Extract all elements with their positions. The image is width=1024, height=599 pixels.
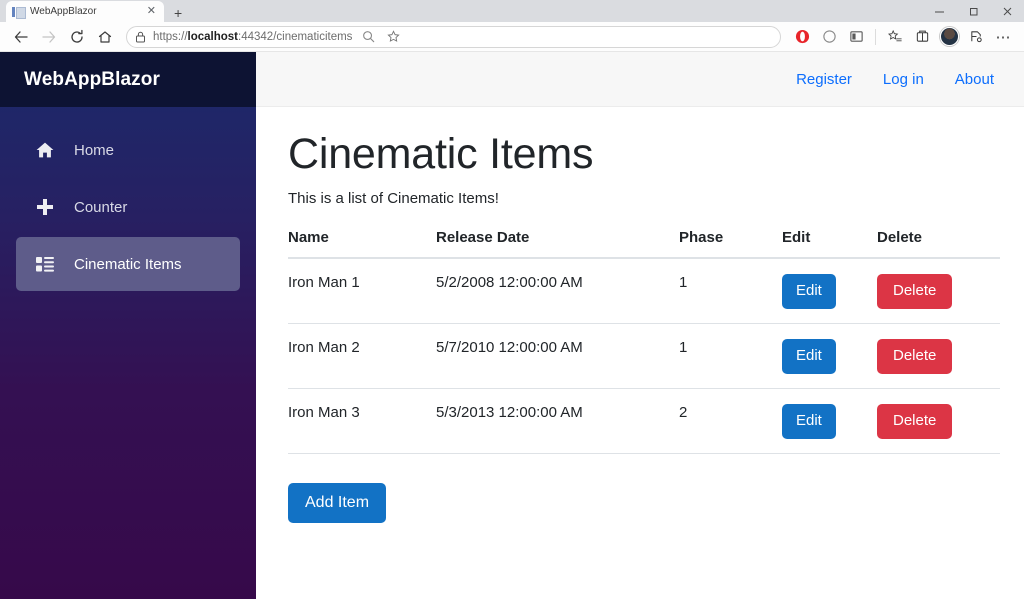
edit-button[interactable]: Edit bbox=[782, 274, 836, 310]
table-row: Iron Man 1 5/2/2008 12:00:00 AM 1 Edit D… bbox=[288, 258, 1000, 325]
toolbar-right-icons: ⋯ bbox=[789, 25, 1016, 49]
circle-extension-icon[interactable] bbox=[816, 25, 842, 49]
window-maximize-button[interactable] bbox=[956, 0, 990, 22]
delete-button[interactable]: Delete bbox=[877, 274, 953, 310]
profile-avatar[interactable] bbox=[936, 25, 962, 49]
house-icon bbox=[34, 140, 56, 160]
tab-title: WebAppBlazor bbox=[30, 6, 97, 17]
login-link[interactable]: Log in bbox=[883, 71, 924, 88]
tab-favicon-icon bbox=[12, 6, 26, 19]
cell-name: Iron Man 1 bbox=[288, 258, 436, 325]
table-row: Iron Man 3 5/3/2013 12:00:00 AM 2 Edit D… bbox=[288, 388, 1000, 455]
cell-release-date: 5/7/2010 12:00:00 AM bbox=[436, 323, 679, 390]
cell-release-date: 5/2/2008 12:00:00 AM bbox=[436, 258, 679, 325]
app-content: Register Log in About Cinematic Items Th… bbox=[256, 52, 1024, 599]
sidebar-item-label: Cinematic Items bbox=[74, 255, 182, 273]
cell-name: Iron Man 2 bbox=[288, 323, 436, 390]
sidebar-item-cinematic-items[interactable]: Cinematic Items bbox=[16, 237, 240, 291]
page-main: Cinematic Items This is a list of Cinema… bbox=[256, 107, 1024, 524]
browser-toolbar: https://localhost:44342/cinematicitems ⋯ bbox=[0, 22, 1024, 52]
cell-phase: 2 bbox=[679, 388, 782, 455]
edit-button[interactable]: Edit bbox=[782, 404, 836, 440]
avatar bbox=[939, 27, 959, 46]
about-link[interactable]: About bbox=[955, 71, 994, 88]
sidebar-item-label: Home bbox=[74, 141, 115, 159]
table-header-row: Name Release Date Phase Edit Delete bbox=[288, 229, 1000, 260]
cell-phase: 1 bbox=[679, 323, 782, 390]
sidebar-item-home[interactable]: Home bbox=[16, 123, 240, 177]
app-sidebar: WebAppBlazor Home Counter Cinematic Item… bbox=[0, 52, 256, 599]
sidebar-item-label: Counter bbox=[74, 198, 128, 216]
delete-button[interactable]: Delete bbox=[877, 404, 953, 440]
table-body: Iron Man 1 5/2/2008 12:00:00 AM 1 Edit D… bbox=[288, 258, 1000, 455]
browser-window: WebAppBlazor ✕ + https://localhost:44342… bbox=[0, 0, 1024, 599]
register-link[interactable]: Register bbox=[796, 71, 852, 88]
column-header-phase: Phase bbox=[679, 229, 782, 260]
table-row: Iron Man 2 5/7/2010 12:00:00 AM 1 Edit D… bbox=[288, 323, 1000, 390]
page-title: Cinematic Items bbox=[288, 130, 594, 178]
browser-tab-strip: WebAppBlazor ✕ + bbox=[0, 0, 1024, 22]
refresh-icon[interactable] bbox=[64, 25, 90, 49]
cell-release-date: 5/3/2013 12:00:00 AM bbox=[436, 388, 679, 455]
address-bar-url: https://localhost:44342/cinematicitems bbox=[153, 30, 353, 43]
table-header: Name Release Date Phase Edit Delete bbox=[288, 229, 1000, 260]
more-dots: ⋯ bbox=[995, 28, 1011, 46]
edit-button[interactable]: Edit bbox=[782, 339, 836, 375]
sidebar-item-counter[interactable]: Counter bbox=[16, 180, 240, 234]
settings-more-icon[interactable]: ⋯ bbox=[990, 25, 1016, 49]
column-header-delete: Delete bbox=[877, 229, 1000, 260]
browser-tab[interactable]: WebAppBlazor ✕ bbox=[6, 1, 164, 22]
add-item-button[interactable]: Add Item bbox=[288, 483, 387, 524]
new-tab-button[interactable]: + bbox=[169, 6, 187, 20]
list-grid-icon bbox=[34, 254, 56, 274]
cell-phase: 1 bbox=[679, 258, 782, 325]
cinematic-items-table: Name Release Date Phase Edit Delete Iron… bbox=[288, 229, 1000, 455]
column-header-release-date: Release Date bbox=[436, 229, 679, 260]
window-close-button[interactable] bbox=[990, 0, 1024, 22]
app-brand-label: WebAppBlazor bbox=[24, 68, 160, 90]
cell-name: Iron Man 3 bbox=[288, 388, 436, 455]
delete-button[interactable]: Delete bbox=[877, 339, 953, 375]
address-bar[interactable]: https://localhost:44342/cinematicitems bbox=[126, 25, 781, 49]
opera-extension-icon[interactable] bbox=[789, 25, 815, 49]
page-viewport: WebAppBlazor Home Counter Cinematic Item… bbox=[0, 52, 1024, 599]
add-item-container: Add Item bbox=[288, 483, 1000, 524]
browser-essentials-icon[interactable] bbox=[909, 25, 935, 49]
forward-arrow-icon[interactable] bbox=[36, 25, 62, 49]
split-screen-icon[interactable] bbox=[963, 25, 989, 49]
sidebar-nav-list: Home Counter Cinematic Items bbox=[0, 107, 256, 291]
search-zoom-icon[interactable] bbox=[359, 25, 377, 49]
home-icon[interactable] bbox=[92, 25, 118, 49]
toolbar-divider bbox=[875, 28, 876, 45]
column-header-name: Name bbox=[288, 229, 436, 260]
app-brand[interactable]: WebAppBlazor bbox=[0, 52, 256, 107]
back-arrow-icon[interactable] bbox=[8, 25, 34, 49]
panel-extension-icon[interactable] bbox=[843, 25, 869, 49]
column-header-edit: Edit bbox=[782, 229, 877, 260]
collections-favorites-icon[interactable] bbox=[882, 25, 908, 49]
page-subtitle: This is a list of Cinematic Items! bbox=[288, 190, 499, 208]
tab-close-icon[interactable]: ✕ bbox=[145, 6, 158, 17]
window-minimize-button[interactable] bbox=[922, 0, 956, 22]
window-controls bbox=[922, 0, 1024, 22]
app-topbar: Register Log in About bbox=[256, 52, 1024, 107]
plus-icon bbox=[34, 197, 56, 217]
star-icon[interactable] bbox=[384, 25, 402, 49]
lock-icon bbox=[135, 31, 146, 43]
